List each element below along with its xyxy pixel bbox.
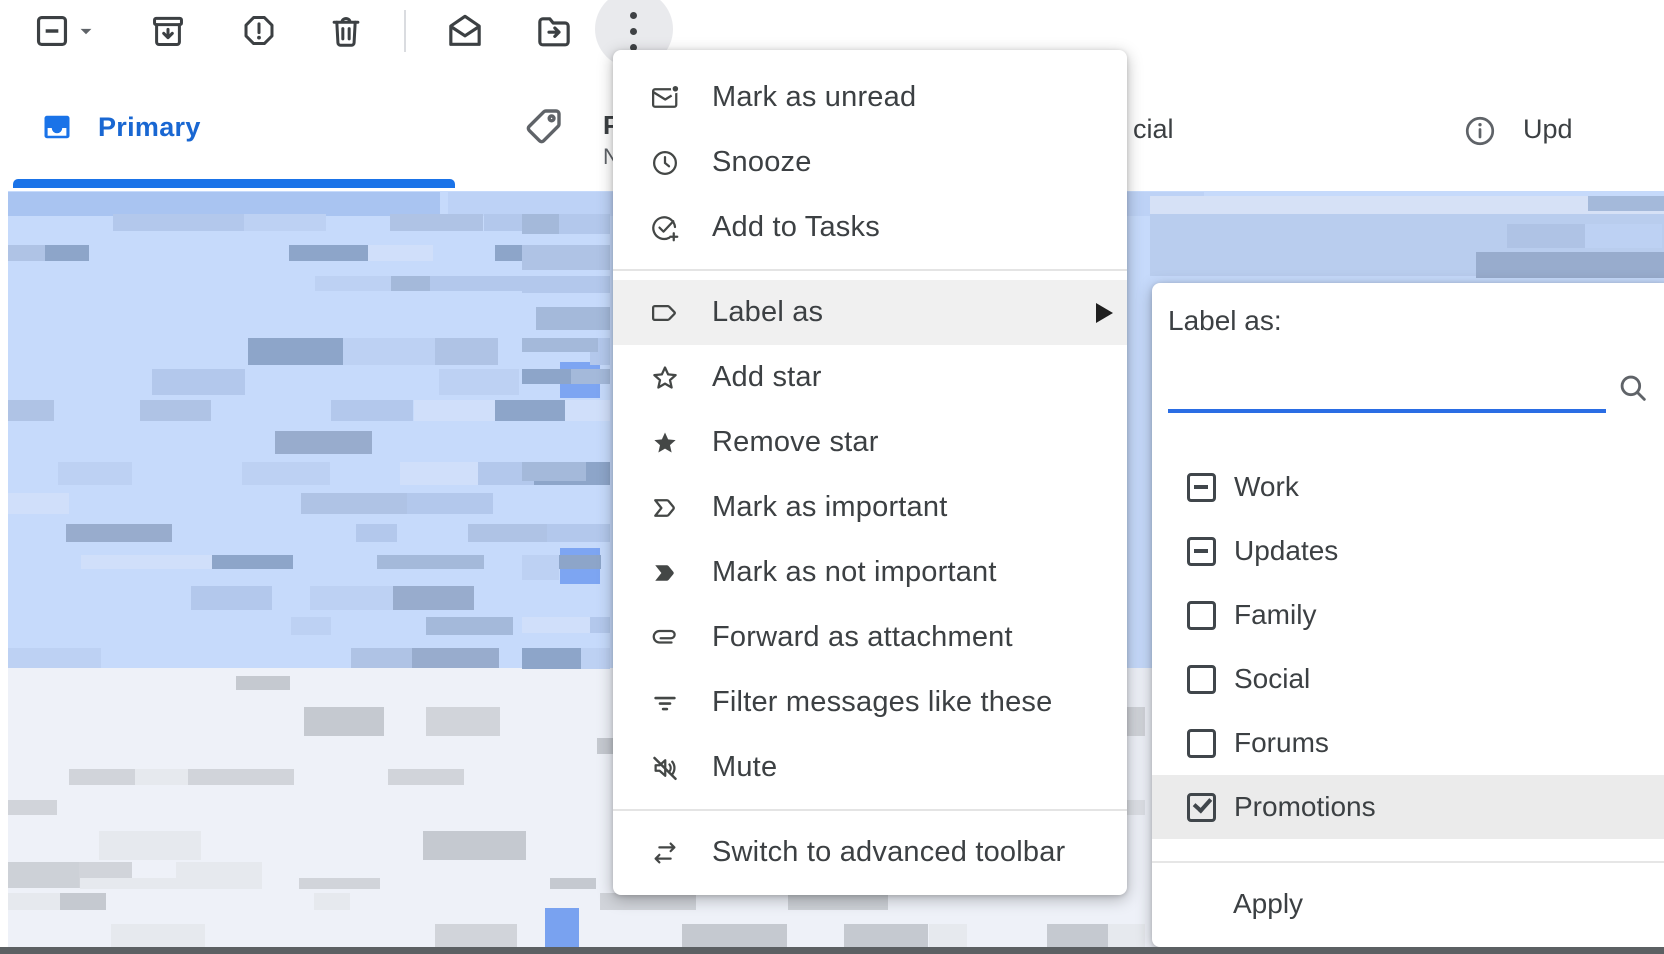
search-icon — [1616, 371, 1650, 405]
label-option-social[interactable]: Social — [1152, 647, 1664, 711]
label-search-input[interactable] — [1170, 370, 1540, 401]
swap-arrows-icon — [650, 838, 680, 868]
checkbox-indeterminate-icon[interactable] — [1187, 473, 1216, 502]
folder-move-icon — [534, 11, 574, 51]
filter-icon — [650, 688, 680, 718]
primary-inbox-icon — [42, 112, 72, 142]
archive-button[interactable] — [140, 0, 196, 62]
menu-item-remove-star[interactable]: Remove star — [613, 410, 1127, 475]
menu-item-switch-toolbar[interactable]: Switch to advanced toolbar — [613, 820, 1127, 885]
label-search-field[interactable] — [1168, 349, 1606, 413]
toolbar-separator — [404, 10, 406, 52]
star-filled-icon — [650, 428, 680, 458]
menu-item-mute[interactable]: Mute — [613, 735, 1127, 800]
more-options-menu: Mark as unread Snooze Add to Tasks Label… — [613, 50, 1127, 895]
menu-item-add-to-tasks[interactable]: Add to Tasks — [613, 195, 1127, 260]
menu-item-filter-messages[interactable]: Filter messages like these — [613, 670, 1127, 735]
menu-item-mark-as-not-important[interactable]: Mark as not important — [613, 540, 1127, 605]
paperclip-icon — [650, 623, 680, 653]
tab-primary[interactable]: Primary — [98, 112, 201, 143]
checkbox-unchecked-icon[interactable] — [1187, 601, 1216, 630]
tab-updates-clipped[interactable]: Upd — [1523, 114, 1573, 145]
mark-as-read-button[interactable] — [437, 0, 493, 62]
select-caret-button[interactable] — [68, 0, 104, 62]
menu-item-forward-as-attachment[interactable]: Forward as attachment — [613, 605, 1127, 670]
menu-divider — [613, 269, 1127, 271]
importance-marker-outline-icon — [650, 493, 680, 523]
label-icon — [650, 298, 680, 328]
info-icon[interactable] — [1462, 113, 1498, 149]
label-option-forums[interactable]: Forums — [1152, 711, 1664, 775]
checkbox-unchecked-icon[interactable] — [1187, 665, 1216, 694]
menu-item-mark-as-important[interactable]: Mark as important — [613, 475, 1127, 540]
label-option-updates[interactable]: Updates — [1152, 519, 1664, 583]
mute-icon — [650, 753, 680, 783]
more-vert-icon — [630, 12, 637, 19]
active-tab-indicator — [13, 179, 455, 188]
submenu-arrow-icon — [1096, 303, 1113, 323]
label-as-submenu: Label as: Work Updates Family Social — [1152, 283, 1664, 947]
envelope-unread-icon — [650, 83, 680, 113]
label-as-title: Label as: — [1168, 305, 1664, 337]
envelope-open-icon — [445, 11, 485, 51]
delete-button[interactable] — [318, 0, 374, 62]
label-option-work[interactable]: Work — [1152, 455, 1664, 519]
report-spam-button[interactable] — [231, 0, 287, 62]
caret-down-icon — [73, 18, 99, 44]
task-add-icon — [650, 213, 680, 243]
promotions-tag-icon[interactable] — [520, 102, 568, 150]
menu-item-snooze[interactable]: Snooze — [613, 130, 1127, 195]
star-outline-icon — [650, 363, 680, 393]
checkbox-checked-icon[interactable] — [1187, 793, 1216, 822]
label-option-family[interactable]: Family — [1152, 583, 1664, 647]
window-bottom-edge — [0, 947, 1664, 954]
clock-icon — [650, 148, 680, 178]
importance-marker-filled-icon — [650, 558, 680, 588]
menu-divider — [613, 809, 1127, 811]
trash-icon — [327, 12, 365, 50]
gmail-window: Primary P N cial Upd Mark as unread Snoo… — [0, 0, 1664, 954]
label-options-list: Work Updates Family Social Forums Promot… — [1152, 455, 1664, 839]
tab-social-clipped[interactable]: cial — [1133, 114, 1174, 145]
menu-item-label-as[interactable]: Label as — [613, 280, 1127, 345]
archive-icon — [149, 12, 187, 50]
checkbox-indeterminate-icon[interactable] — [1187, 537, 1216, 566]
menu-item-mark-as-unread[interactable]: Mark as unread — [613, 65, 1127, 130]
move-to-button[interactable] — [526, 0, 582, 62]
apply-button[interactable]: Apply — [1152, 863, 1664, 945]
menu-item-add-star[interactable]: Add star — [613, 345, 1127, 410]
report-spam-icon — [240, 12, 278, 50]
label-option-promotions[interactable]: Promotions — [1152, 775, 1664, 839]
checkbox-unchecked-icon[interactable] — [1187, 729, 1216, 758]
